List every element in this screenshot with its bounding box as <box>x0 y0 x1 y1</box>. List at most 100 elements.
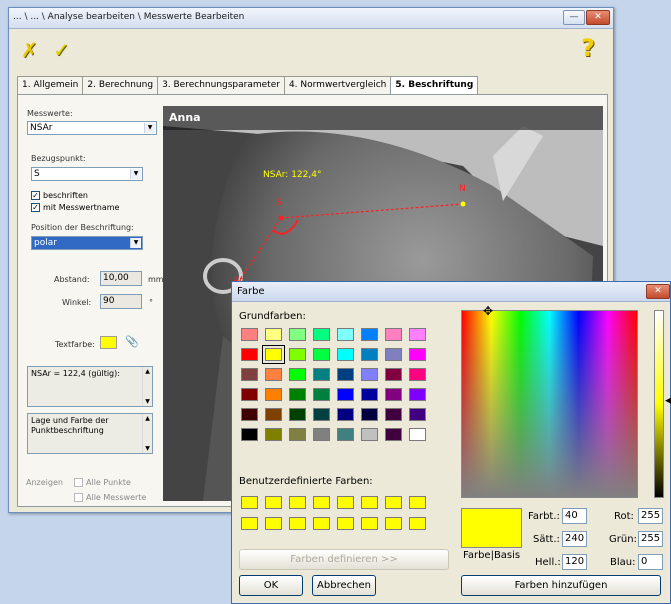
cancel-icon[interactable]: ✗ <box>21 38 38 62</box>
basic-swatch[interactable] <box>385 388 402 401</box>
basic-swatch[interactable] <box>262 345 285 364</box>
basic-swatch[interactable] <box>409 428 426 441</box>
tab-allgemein[interactable]: 1. Allgemein <box>17 76 84 94</box>
tab-beschriftung[interactable]: 5. Beschriftung <box>390 76 479 95</box>
basic-swatch[interactable] <box>409 348 426 361</box>
basic-swatch[interactable] <box>409 368 426 381</box>
basic-swatch[interactable] <box>385 408 402 421</box>
messwerte-select[interactable]: NSAr ▼ <box>27 121 157 135</box>
basic-swatch[interactable] <box>289 348 306 361</box>
color-spectrum[interactable] <box>461 310 638 498</box>
abstand-field[interactable]: 10,00 <box>100 271 142 286</box>
basic-swatch[interactable] <box>265 388 282 401</box>
chevron-down-icon[interactable]: ▼ <box>130 238 141 248</box>
basic-swatch[interactable] <box>385 368 402 381</box>
ok-button[interactable]: OK <box>239 575 303 596</box>
basic-swatch[interactable] <box>265 408 282 421</box>
beschriftung-memo[interactable]: Lage und Farbe der Punktbeschriftung ▲ ▼ <box>27 413 153 454</box>
custom-swatch[interactable] <box>409 496 426 509</box>
basic-swatch[interactable] <box>409 388 426 401</box>
custom-swatch[interactable] <box>265 496 282 509</box>
basic-swatch[interactable] <box>241 348 258 361</box>
messwertname-checkbox[interactable]: ✓ mit Messwertname <box>31 203 119 212</box>
custom-swatch[interactable] <box>385 496 402 509</box>
basic-swatch[interactable] <box>385 348 402 361</box>
custom-swatch[interactable] <box>241 496 258 509</box>
add-color-button[interactable]: Farben hinzufügen <box>461 575 661 596</box>
basic-swatch[interactable] <box>361 388 378 401</box>
tab-normwertvergleich[interactable]: 4. Normwertvergleich <box>283 76 392 94</box>
cancel-button[interactable]: Abbrechen <box>312 575 376 596</box>
custom-swatch[interactable] <box>337 517 354 530</box>
alle-messwerte-checkbox[interactable]: Alle Messwerte <box>74 493 146 502</box>
basic-swatch[interactable] <box>241 368 258 381</box>
basic-swatch[interactable] <box>361 328 378 341</box>
chevron-down-icon[interactable]: ▼ <box>130 169 141 179</box>
custom-swatch[interactable] <box>241 517 258 530</box>
basic-swatch[interactable] <box>409 408 426 421</box>
scrollbar[interactable]: ▲ ▼ <box>142 367 152 406</box>
custom-swatch[interactable] <box>289 517 306 530</box>
custom-swatch[interactable] <box>313 496 330 509</box>
basic-swatch[interactable] <box>313 328 330 341</box>
close-icon[interactable]: ✕ <box>646 284 670 299</box>
basic-swatch[interactable] <box>265 428 282 441</box>
alle-punkte-checkbox[interactable]: Alle Punkte <box>74 478 131 487</box>
basic-swatch[interactable] <box>265 328 282 341</box>
basic-swatch[interactable] <box>241 428 258 441</box>
basic-swatch[interactable] <box>361 428 378 441</box>
rot-field[interactable]: 255 <box>638 508 663 524</box>
custom-swatch[interactable] <box>313 517 330 530</box>
basic-swatch[interactable] <box>337 388 354 401</box>
luminance-arrow-icon[interactable]: ◀ <box>665 396 671 406</box>
basic-swatch[interactable] <box>337 348 354 361</box>
basic-swatch[interactable] <box>241 408 258 421</box>
basic-swatch[interactable] <box>313 428 330 441</box>
gruen-field[interactable]: 255 <box>638 531 663 547</box>
basic-swatch[interactable] <box>241 328 258 341</box>
scrollbar[interactable]: ▲ ▼ <box>142 414 152 453</box>
paperclip-icon[interactable]: 📎 <box>125 335 139 348</box>
basic-swatch[interactable] <box>289 408 306 421</box>
luminance-bar[interactable] <box>654 310 664 498</box>
custom-swatch[interactable] <box>337 496 354 509</box>
basic-swatch[interactable] <box>385 328 402 341</box>
basic-swatch[interactable] <box>313 408 330 421</box>
basic-swatch[interactable] <box>241 388 258 401</box>
hell-field[interactable]: 120 <box>562 554 587 570</box>
basic-swatch[interactable] <box>313 388 330 401</box>
custom-swatch[interactable] <box>265 517 282 530</box>
basic-swatch[interactable] <box>361 408 378 421</box>
close-icon[interactable]: ✕ <box>586 10 610 25</box>
farbt-field[interactable]: 40 <box>562 508 587 524</box>
custom-swatch[interactable] <box>361 496 378 509</box>
messwert-memo[interactable]: NSAr = 122,4 (gültig): ▲ ▼ <box>27 366 153 407</box>
help-icon[interactable]: ? <box>581 34 595 62</box>
basic-swatch[interactable] <box>385 428 402 441</box>
minimize-icon[interactable]: — <box>563 10 585 25</box>
position-select[interactable]: polar ▼ <box>31 236 143 250</box>
basic-swatch[interactable] <box>337 328 354 341</box>
basic-swatch[interactable] <box>313 348 330 361</box>
blau-field[interactable]: 0 <box>638 554 663 570</box>
crosshair-icon[interactable]: ✥ <box>483 304 493 318</box>
tab-berechnung[interactable]: 2. Berechnung <box>82 76 159 94</box>
textfarbe-swatch[interactable] <box>100 336 117 349</box>
basic-swatch[interactable] <box>361 348 378 361</box>
beschriften-checkbox[interactable]: ✓ beschriften <box>31 191 88 200</box>
basic-swatch[interactable] <box>313 368 330 381</box>
tab-berechnungsparameter[interactable]: 3. Berechnungsparameter <box>157 76 285 94</box>
custom-swatch[interactable] <box>409 517 426 530</box>
basic-swatch[interactable] <box>289 328 306 341</box>
bezugspunkt-select[interactable]: S ▼ <box>31 167 143 181</box>
chevron-down-icon[interactable]: ▼ <box>144 123 155 133</box>
custom-swatch[interactable] <box>361 517 378 530</box>
basic-swatch[interactable] <box>289 388 306 401</box>
basic-swatch[interactable] <box>337 428 354 441</box>
basic-swatch[interactable] <box>265 368 282 381</box>
basic-swatch[interactable] <box>337 368 354 381</box>
basic-swatch[interactable] <box>409 328 426 341</box>
basic-swatch[interactable] <box>289 428 306 441</box>
confirm-icon[interactable]: ✓ <box>53 38 70 62</box>
satt-field[interactable]: 240 <box>562 531 587 547</box>
